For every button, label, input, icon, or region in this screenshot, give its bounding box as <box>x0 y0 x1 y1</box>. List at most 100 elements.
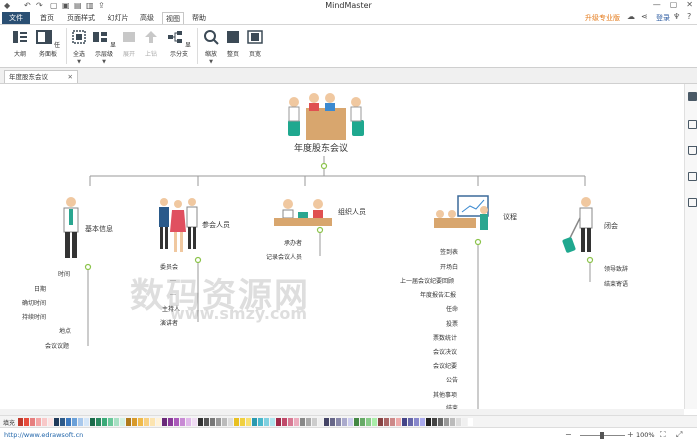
table-icon[interactable] <box>688 120 697 129</box>
website-link[interactable]: http://www.edrawsoft.cn <box>4 431 83 439</box>
color-swatch[interactable] <box>36 418 41 426</box>
child-node[interactable]: 结束寄语 <box>604 279 628 288</box>
child-node[interactable]: 地点 <box>59 326 71 335</box>
child-node[interactable]: 记录会议人员 <box>266 252 302 261</box>
color-swatch[interactable] <box>252 418 257 426</box>
color-swatch[interactable] <box>78 418 83 426</box>
color-swatch[interactable] <box>72 418 77 426</box>
minimize-icon[interactable]: — <box>653 0 661 9</box>
color-swatch[interactable] <box>90 418 95 426</box>
color-swatch[interactable] <box>198 418 203 426</box>
color-swatch[interactable] <box>120 418 125 426</box>
color-swatch[interactable] <box>348 418 353 426</box>
page-width-button[interactable]: 页宽 <box>246 29 264 58</box>
expand-button[interactable]: 展开 <box>121 29 137 58</box>
note-icon[interactable] <box>688 198 697 207</box>
child-node[interactable]: 投票 <box>446 319 458 328</box>
color-swatch[interactable] <box>438 418 443 426</box>
fit-page-button[interactable]: 整页 <box>224 29 242 58</box>
tab-view[interactable]: 视图 <box>162 12 184 24</box>
child-node[interactable]: 上一届会议纪要回顾 <box>400 276 454 285</box>
color-swatch[interactable] <box>138 418 143 426</box>
root-topic[interactable]: 年度股东会议 <box>294 141 348 154</box>
fullscreen-icon[interactable]: ⤢ <box>676 430 682 440</box>
color-swatch[interactable] <box>114 418 119 426</box>
child-node[interactable]: 年度报告汇报 <box>420 290 456 299</box>
color-swatch[interactable] <box>30 418 35 426</box>
color-swatch[interactable] <box>456 418 461 426</box>
image-icon[interactable] <box>688 172 697 181</box>
color-swatch[interactable] <box>174 418 179 426</box>
color-swatch[interactable] <box>240 418 245 426</box>
color-swatch[interactable] <box>144 418 149 426</box>
color-swatch[interactable] <box>324 418 329 426</box>
mindmap-canvas[interactable]: 年度股东会议 基本信息 时间 日期 确切时间 持续时间 地点 会议议题 参会人员… <box>0 84 684 409</box>
child-node[interactable]: 开场白 <box>440 262 458 271</box>
tab-advanced[interactable]: 高级 <box>136 12 158 24</box>
zoom-slider-handle[interactable] <box>600 432 604 439</box>
child-node[interactable]: 会议纪要 <box>433 361 457 370</box>
child-node[interactable]: 会议决议 <box>433 347 457 356</box>
color-swatch[interactable] <box>444 418 449 426</box>
color-swatch[interactable] <box>420 418 425 426</box>
color-swatch[interactable] <box>264 418 269 426</box>
color-swatch[interactable] <box>258 418 263 426</box>
format-icon[interactable] <box>688 92 697 101</box>
color-swatch[interactable] <box>360 418 365 426</box>
color-swatch[interactable] <box>126 418 131 426</box>
tshirt-icon[interactable]: ♆ <box>673 12 680 21</box>
branch-organizers[interactable]: 组织人员 <box>338 207 366 217</box>
color-swatch[interactable] <box>168 418 173 426</box>
color-swatch[interactable] <box>300 418 305 426</box>
color-swatch[interactable] <box>270 418 275 426</box>
branch-agenda[interactable]: 议程 <box>503 212 517 222</box>
share-icon[interactable]: ⋖ <box>641 12 648 21</box>
color-swatch[interactable] <box>102 418 107 426</box>
color-swatch[interactable] <box>342 418 347 426</box>
color-swatch[interactable] <box>18 418 23 426</box>
color-swatch[interactable] <box>294 418 299 426</box>
color-swatch[interactable] <box>150 418 155 426</box>
color-swatch[interactable] <box>162 418 167 426</box>
maximize-icon[interactable]: ▢ <box>670 0 678 9</box>
color-swatch[interactable] <box>384 418 389 426</box>
tab-home[interactable]: 首页 <box>36 12 58 24</box>
child-node[interactable]: 承办者 <box>284 238 302 247</box>
document-tab[interactable]: 年度股东会议 ✕ <box>4 70 78 83</box>
branch-closing[interactable]: 闭会 <box>604 221 618 231</box>
color-swatch[interactable] <box>468 418 473 426</box>
color-swatch[interactable] <box>132 418 137 426</box>
upgrade-link[interactable]: 升级专业版 <box>585 13 620 23</box>
color-swatch[interactable] <box>402 418 407 426</box>
zoom-out-icon[interactable]: − <box>565 430 572 439</box>
color-swatch[interactable] <box>156 418 161 426</box>
child-node[interactable]: 票数统计 <box>433 333 457 342</box>
color-swatch[interactable] <box>408 418 413 426</box>
color-swatch[interactable] <box>186 418 191 426</box>
color-swatch[interactable] <box>354 418 359 426</box>
child-node[interactable]: 其他事项 <box>433 390 457 399</box>
color-swatch[interactable] <box>210 418 215 426</box>
color-swatch[interactable] <box>306 418 311 426</box>
tab-help[interactable]: 帮助 <box>188 12 210 24</box>
color-swatch[interactable] <box>48 418 53 426</box>
color-swatch[interactable] <box>336 418 341 426</box>
child-node[interactable]: 任命 <box>446 304 458 313</box>
color-swatch[interactable] <box>54 418 59 426</box>
color-swatch[interactable] <box>66 418 71 426</box>
color-swatch[interactable] <box>378 418 383 426</box>
close-tab-icon[interactable]: ✕ <box>68 71 73 83</box>
color-swatch[interactable] <box>180 418 185 426</box>
branch-attendees[interactable]: 参会人员 <box>202 220 230 230</box>
branch-basic-info[interactable]: 基本信息 <box>85 224 113 234</box>
child-node[interactable]: 签到表 <box>440 247 458 256</box>
close-icon[interactable]: ✕ <box>686 0 693 9</box>
child-node[interactable]: 日期 <box>34 284 46 293</box>
color-swatch[interactable] <box>84 418 89 426</box>
color-swatch[interactable] <box>318 418 323 426</box>
show-level-button[interactable]: 显示层级 ▼ <box>91 29 117 65</box>
child-node[interactable]: 公告 <box>446 375 458 384</box>
color-swatch[interactable] <box>432 418 437 426</box>
color-swatch[interactable] <box>390 418 395 426</box>
cloud-icon[interactable]: ☁ <box>627 12 635 21</box>
